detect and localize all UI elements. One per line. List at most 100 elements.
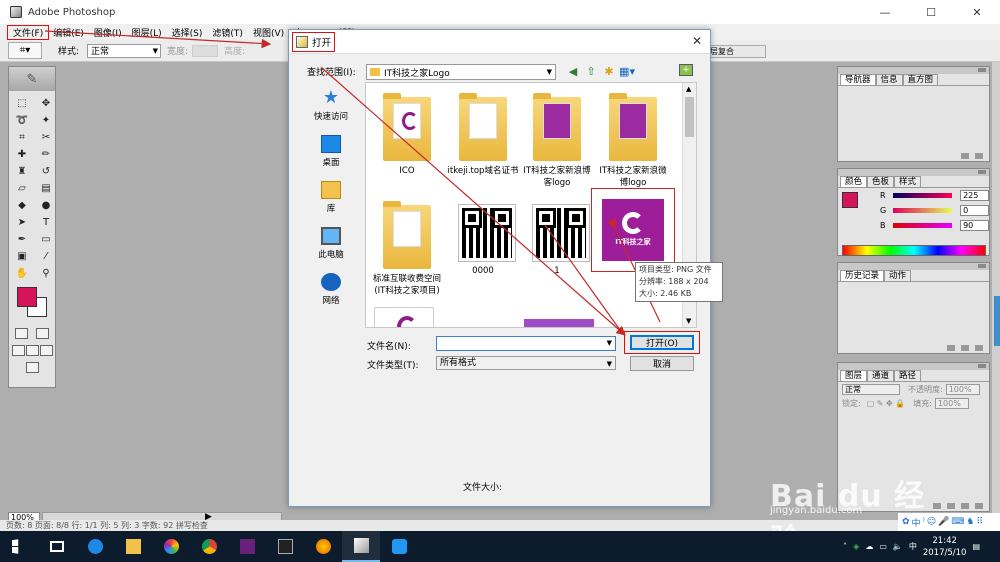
file-item[interactable]: itkeji.top域名证书 xyxy=(446,93,520,177)
taskbar-wps[interactable] xyxy=(380,531,418,562)
ime-voice-icon[interactable]: 🎤 xyxy=(938,517,949,527)
place-library[interactable]: 库 xyxy=(295,174,367,220)
screen-mode-menubar-icon[interactable] xyxy=(25,345,39,356)
network-icon[interactable]: ▭ xyxy=(879,542,887,551)
tab-navigator[interactable]: 导航器 xyxy=(840,74,876,85)
place-network[interactable]: 网络 xyxy=(295,266,367,312)
fill-input[interactable]: 100% xyxy=(934,397,969,409)
blue-track[interactable] xyxy=(892,223,953,228)
stamp-tool-icon[interactable]: ♜ xyxy=(11,163,33,179)
tab-info[interactable]: 信息 xyxy=(875,74,903,85)
taskbar-explorer[interactable] xyxy=(114,531,152,562)
gradient-tool-icon[interactable]: ▤ xyxy=(35,180,57,196)
width-input[interactable] xyxy=(192,44,219,57)
file-item[interactable]: ICO xyxy=(370,93,444,177)
crop-tool-icon[interactable]: ⌗ xyxy=(11,129,33,145)
up-folder-icon[interactable]: ⇧ xyxy=(584,64,598,78)
place-this-pc[interactable]: 此电脑 xyxy=(295,220,367,266)
navigator-zoom-slider[interactable] xyxy=(838,150,989,161)
snapshot-icon[interactable] xyxy=(961,344,969,351)
palette-well-layer-comps[interactable]: 层复合 xyxy=(706,45,766,58)
lock-icons[interactable]: ▢ ✎ ✥ 🔒 xyxy=(867,399,906,408)
side-widget[interactable] xyxy=(994,296,1000,346)
start-button[interactable] xyxy=(0,531,38,562)
taskbar-visual-studio[interactable] xyxy=(228,531,266,562)
menu-image[interactable]: 图像(I) xyxy=(89,26,127,39)
scroll-up-icon[interactable]: ▲ xyxy=(686,85,691,93)
notifications-icon[interactable]: ▤ xyxy=(972,542,980,551)
hand-tool-icon[interactable]: ✋ xyxy=(11,265,33,281)
volume-icon[interactable]: 🔈 xyxy=(893,542,903,551)
green-slider[interactable]: G 0 xyxy=(838,203,989,218)
notes-tool-icon[interactable]: ▣ xyxy=(11,248,33,264)
brush-tool-icon[interactable]: ✏ xyxy=(35,146,57,162)
magic-wand-tool-icon[interactable]: ✦ xyxy=(35,112,57,128)
place-desktop[interactable]: 桌面 xyxy=(295,128,367,174)
green-value[interactable]: 0 xyxy=(960,205,989,216)
pen-tool-icon[interactable]: ✒ xyxy=(11,231,33,247)
dialog-close-icon[interactable]: ✕ xyxy=(692,34,702,48)
ime-grid-icon[interactable]: ⠿ xyxy=(976,517,983,527)
taskbar-photoshop[interactable] xyxy=(342,531,380,562)
scroll-down-icon[interactable]: ▼ xyxy=(686,317,691,325)
blend-mode-select[interactable]: 正常 xyxy=(842,383,900,395)
filetype-select[interactable]: 所有格式 ▼ xyxy=(436,356,616,370)
chevron-up-icon[interactable]: ˄ xyxy=(843,542,847,551)
tab-styles[interactable]: 样式 xyxy=(894,176,922,187)
file-item[interactable]: 0000 xyxy=(446,204,520,277)
dodge-tool-icon[interactable]: ● xyxy=(35,197,57,213)
tab-paths[interactable]: 路径 xyxy=(894,370,922,381)
healing-brush-icon[interactable]: ✚ xyxy=(11,146,33,162)
minimize-button[interactable]: — xyxy=(862,0,908,24)
palette-header[interactable] xyxy=(838,67,989,74)
look-in-select[interactable]: IT科技之家Logo ▼ xyxy=(366,64,556,80)
jump-to-imageready-icon[interactable] xyxy=(25,362,39,373)
red-value[interactable]: 225 xyxy=(960,190,989,201)
tab-swatches[interactable]: 色板 xyxy=(867,176,895,187)
menu-edit[interactable]: 编辑(E) xyxy=(48,26,89,39)
trash-icon[interactable] xyxy=(975,344,983,351)
file-item[interactable]: 1 xyxy=(520,204,594,277)
tab-channels[interactable]: 通道 xyxy=(867,370,895,381)
ime-logo-icon[interactable]: ✿ xyxy=(902,517,910,527)
ime-mode[interactable]: 中 xyxy=(912,516,921,529)
menu-filter[interactable]: 滤镜(T) xyxy=(207,26,248,39)
path-select-icon[interactable]: ➤ xyxy=(11,214,33,230)
cloud-icon[interactable]: ☁ xyxy=(865,542,873,551)
cancel-button[interactable]: 取消 xyxy=(630,356,694,371)
taskbar-pinwheel[interactable] xyxy=(152,531,190,562)
taskbar-edge[interactable] xyxy=(76,531,114,562)
taskbar-chrome[interactable] xyxy=(190,531,228,562)
new-doc-icon[interactable] xyxy=(947,344,955,351)
ime-tray[interactable]: 中 xyxy=(909,541,917,552)
quickmask-mode-icon[interactable] xyxy=(36,328,49,339)
task-view-button[interactable] xyxy=(38,531,76,562)
ime-shirt-icon[interactable]: ♞ xyxy=(966,517,974,527)
filename-input[interactable]: ▼ xyxy=(436,336,616,351)
zoom-tool-icon[interactable]: ⚲ xyxy=(35,265,57,281)
create-folder-icon[interactable]: ✱ xyxy=(602,64,616,78)
shape-tool-icon[interactable]: ▭ xyxy=(35,231,57,247)
foreground-color-swatch[interactable] xyxy=(17,287,37,307)
menu-file[interactable]: 文件(F) xyxy=(6,24,50,40)
feather-icon[interactable]: ✎ xyxy=(9,67,55,91)
tool-preset-picker[interactable]: ⌗▾ xyxy=(8,42,42,59)
palette-header[interactable] xyxy=(838,169,989,176)
file-item[interactable]: IT科技之家新浪博客logo xyxy=(520,93,594,189)
red-track[interactable] xyxy=(892,193,953,198)
ime-keyboard-icon[interactable]: ⌨ xyxy=(951,517,964,527)
opacity-input[interactable]: 100% xyxy=(945,383,980,395)
marquee-tool-icon[interactable]: ⬚ xyxy=(11,95,33,111)
type-tool-icon[interactable]: T xyxy=(35,214,57,230)
menu-view[interactable]: 视图(V) xyxy=(248,26,289,39)
file-item[interactable]: IT科技之家新浪微博logo xyxy=(596,93,670,189)
menu-select[interactable]: 选择(S) xyxy=(167,26,208,39)
place-quick-access[interactable]: ★ 快速访问 xyxy=(295,82,367,128)
ime-emoji-icon[interactable]: ☺ xyxy=(927,517,936,527)
style-select[interactable]: 正常 ▼ xyxy=(87,43,162,58)
taskbar-firefox[interactable] xyxy=(304,531,342,562)
tab-histogram[interactable]: 直方图 xyxy=(902,74,939,85)
eyedropper-tool-icon[interactable]: ⁄ xyxy=(35,248,57,264)
move-tool-icon[interactable]: ✥ xyxy=(35,95,57,111)
open-button[interactable]: 打开(O) xyxy=(630,335,694,350)
